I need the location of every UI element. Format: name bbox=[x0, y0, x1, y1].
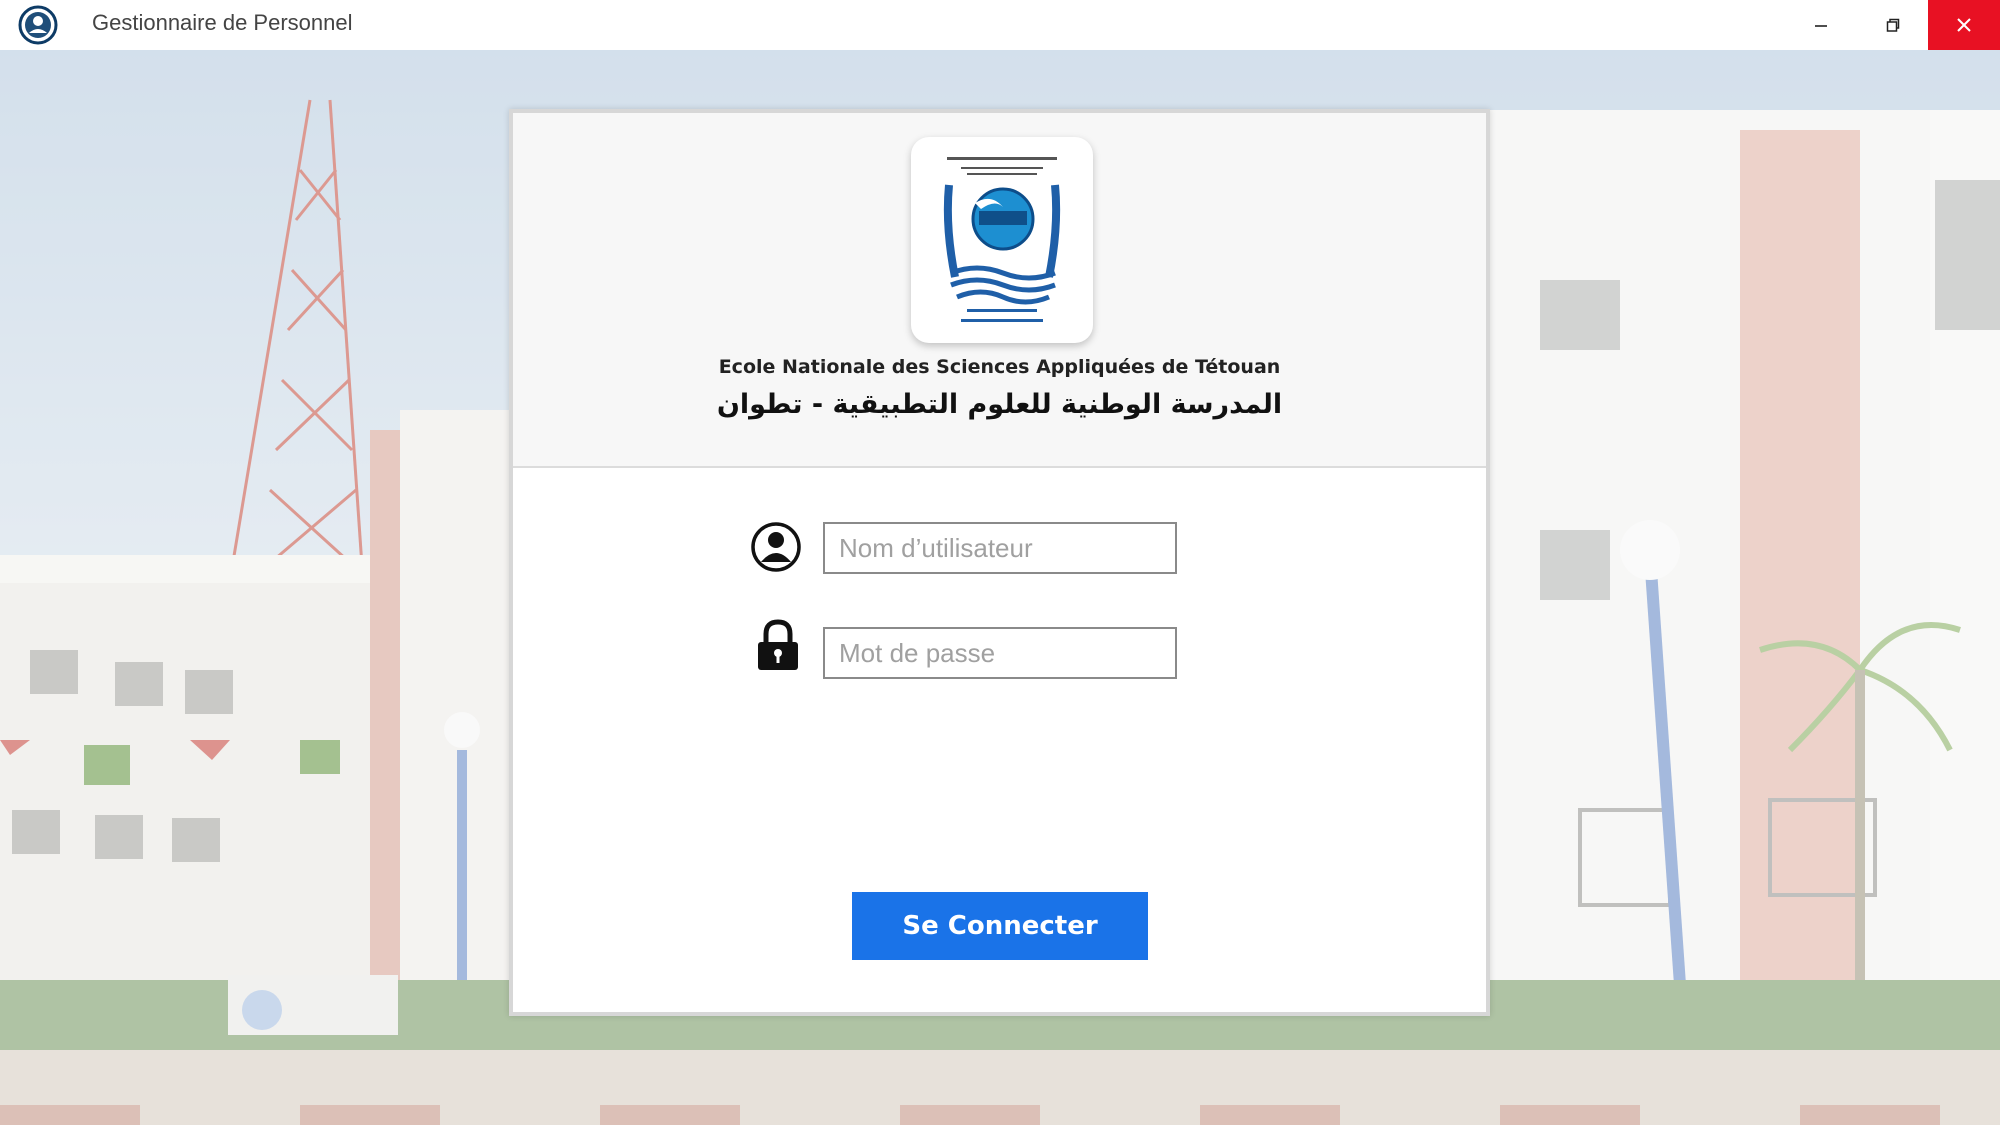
user-icon bbox=[751, 522, 801, 572]
login-card: Ecole Nationale des Sciences Appliquées … bbox=[509, 109, 1490, 1016]
close-button[interactable] bbox=[1928, 0, 2000, 50]
app-logo-icon bbox=[18, 5, 58, 45]
title-bar: Gestionnaire de Personnel bbox=[0, 0, 2000, 50]
restore-icon bbox=[1886, 18, 1900, 32]
card-header: Ecole Nationale des Sciences Appliquées … bbox=[513, 113, 1486, 468]
password-input[interactable] bbox=[823, 627, 1177, 679]
school-logo bbox=[911, 137, 1093, 343]
school-name-french: Ecole Nationale des Sciences Appliquées … bbox=[718, 356, 1281, 378]
minimize-button[interactable] bbox=[1785, 0, 1857, 50]
school-name-arabic: المدرسة الوطنية للعلوم التطبيقية - تطوان bbox=[716, 389, 1283, 420]
lock-icon bbox=[758, 619, 798, 670]
username-input[interactable] bbox=[823, 522, 1177, 574]
window-title: Gestionnaire de Personnel bbox=[92, 10, 353, 35]
login-button[interactable]: Se Connecter bbox=[852, 892, 1148, 960]
restore-button[interactable] bbox=[1857, 0, 1929, 50]
minimize-icon bbox=[1815, 25, 1827, 27]
ensa-logo-icon bbox=[943, 157, 1061, 322]
close-icon bbox=[1957, 18, 1971, 32]
